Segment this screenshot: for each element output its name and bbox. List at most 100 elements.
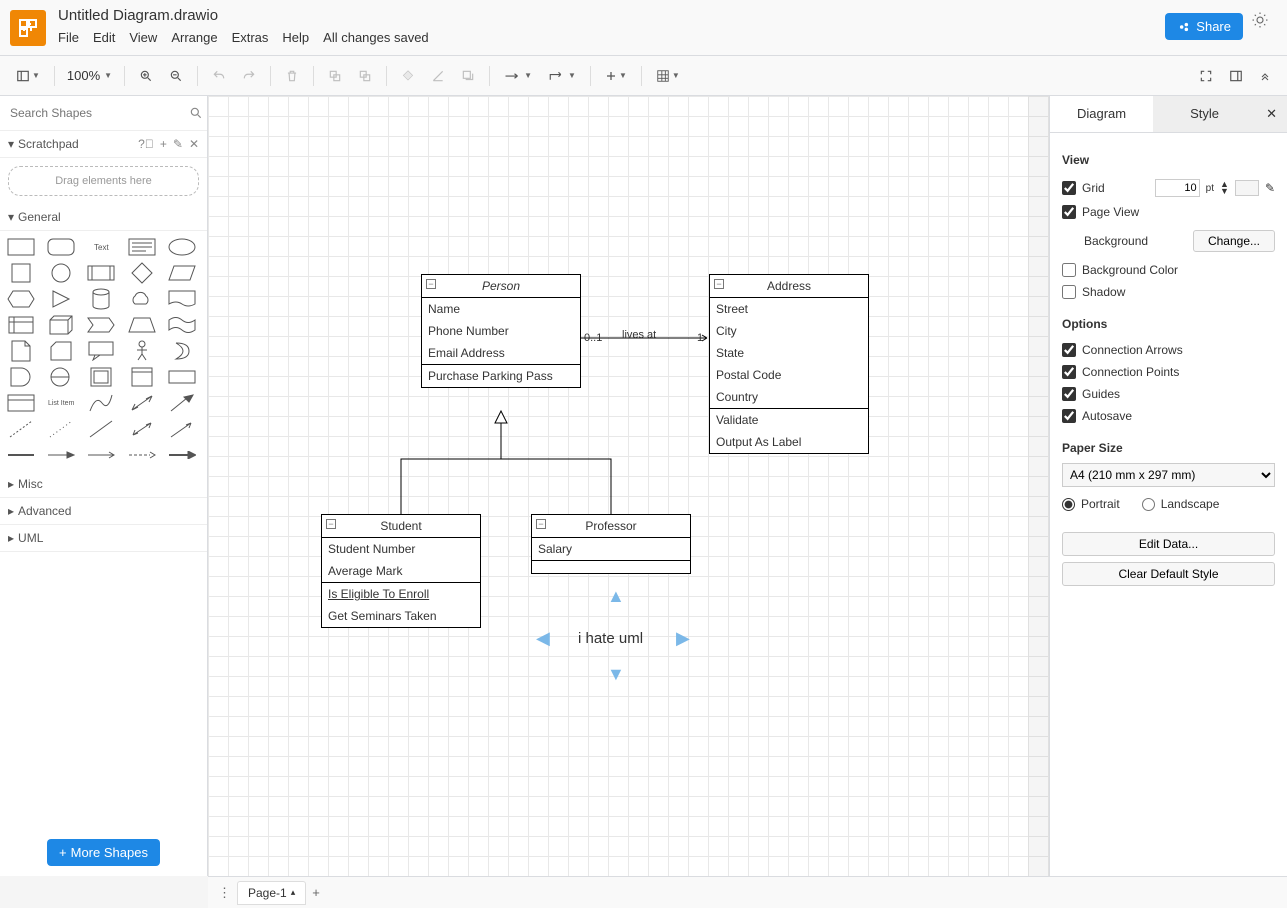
shape-text[interactable]: Text — [86, 237, 116, 257]
shape-ellipse[interactable] — [167, 237, 197, 257]
shape-rect[interactable] — [6, 237, 36, 257]
free-text[interactable]: i hate uml — [578, 630, 643, 647]
zoom-out-icon[interactable] — [163, 65, 189, 87]
zoom-select[interactable]: 100% — [63, 68, 116, 83]
shape-listitem[interactable]: List Item — [46, 393, 76, 413]
shadow-checkbox[interactable] — [1062, 285, 1076, 299]
shape-textbox[interactable] — [127, 237, 157, 257]
shape-cloud[interactable] — [127, 289, 157, 309]
sidebar-toggle[interactable] — [10, 65, 46, 87]
shape-biarrow[interactable] — [127, 393, 157, 413]
guides-checkbox[interactable] — [1062, 387, 1076, 401]
autosave-checkbox[interactable] — [1062, 409, 1076, 423]
clear-style-button[interactable]: Clear Default Style — [1062, 562, 1275, 586]
shape-curve[interactable] — [86, 393, 116, 413]
op[interactable]: Is Eligible To Enroll — [322, 583, 480, 605]
close-icon[interactable]: ✕ — [189, 137, 199, 151]
shape-crescent[interactable] — [167, 341, 197, 361]
app-logo[interactable] — [10, 10, 46, 46]
shape-dirline[interactable] — [167, 419, 197, 439]
shape-triangle[interactable] — [46, 289, 76, 309]
section-uml[interactable]: UML — [18, 531, 43, 545]
shape-diamond[interactable] — [127, 263, 157, 283]
uml-class-person[interactable]: −Person Name Phone Number Email Address … — [421, 274, 581, 388]
collapse-icon[interactable]: − — [326, 519, 336, 529]
menu-arrange[interactable]: Arrange — [171, 30, 217, 45]
fullscreen-icon[interactable] — [1193, 65, 1219, 87]
shape-parallelogram[interactable] — [167, 263, 197, 283]
attr[interactable]: Postal Code — [710, 364, 868, 386]
attr[interactable]: State — [710, 342, 868, 364]
search-input[interactable] — [4, 100, 189, 126]
line-color-icon[interactable] — [425, 65, 451, 87]
add-icon[interactable]: + — [160, 137, 167, 151]
search-icon[interactable] — [189, 106, 203, 120]
shape-dashed[interactable] — [6, 419, 36, 439]
shape-note[interactable] — [6, 341, 36, 361]
portrait-radio[interactable] — [1062, 498, 1075, 511]
add-page-icon[interactable]: + — [306, 879, 326, 906]
tab-style[interactable]: Style — [1153, 96, 1256, 132]
shape-internal[interactable] — [6, 315, 36, 335]
shape-dotted[interactable] — [46, 419, 76, 439]
paper-size-select[interactable]: A4 (210 mm x 297 mm) — [1062, 463, 1275, 487]
redo-icon[interactable] — [236, 65, 262, 87]
more-shapes-button[interactable]: +More Shapes — [47, 839, 160, 866]
attr[interactable]: Email Address — [422, 342, 580, 364]
op[interactable]: Get Seminars Taken — [322, 605, 480, 627]
shape-and[interactable] — [46, 367, 76, 387]
table-menu[interactable] — [650, 65, 686, 87]
theme-icon[interactable] — [1251, 11, 1269, 32]
shape-link2[interactable] — [46, 445, 76, 465]
waypoint-style[interactable] — [542, 65, 582, 87]
grid-step-down[interactable]: ▼ — [1220, 188, 1229, 195]
grid-checkbox[interactable] — [1062, 181, 1076, 195]
help-icon[interactable]: ?⃝ — [138, 137, 154, 151]
collapse-icon[interactable]: − — [426, 279, 436, 289]
shape-frame[interactable] — [127, 367, 157, 387]
grid-size-input[interactable] — [1155, 179, 1200, 197]
shape-square[interactable] — [6, 263, 36, 283]
shape-document[interactable] — [167, 289, 197, 309]
conn-points-checkbox[interactable] — [1062, 365, 1076, 379]
tab-diagram[interactable]: Diagram — [1050, 96, 1153, 132]
shape-circle[interactable] — [46, 263, 76, 283]
collapse-icon[interactable] — [1253, 66, 1277, 86]
shape-link1[interactable] — [6, 445, 36, 465]
shape-bidir[interactable] — [127, 419, 157, 439]
shape-container[interactable] — [86, 367, 116, 387]
change-background-button[interactable]: Change... — [1193, 230, 1275, 252]
direction-arrow-right-icon[interactable]: ▶ — [676, 628, 690, 649]
direction-arrow-left-icon[interactable]: ◀ — [536, 628, 550, 649]
attr[interactable]: Phone Number — [422, 320, 580, 342]
to-back-icon[interactable] — [352, 65, 378, 87]
op[interactable]: Validate — [710, 409, 868, 431]
section-general[interactable]: General — [18, 210, 61, 224]
attr[interactable]: Average Mark — [322, 560, 480, 582]
direction-arrow-down-icon[interactable]: ▼ — [607, 664, 625, 685]
shape-link5[interactable] — [167, 445, 197, 465]
grid-color-swatch[interactable] — [1235, 180, 1259, 196]
shape-line[interactable] — [86, 419, 116, 439]
to-front-icon[interactable] — [322, 65, 348, 87]
scratchpad-label[interactable]: Scratchpad — [18, 137, 79, 151]
shape-cube[interactable] — [46, 315, 76, 335]
grid-color-edit-icon[interactable]: ✎ — [1265, 181, 1275, 195]
shape-or[interactable] — [6, 367, 36, 387]
shape-callout[interactable] — [86, 341, 116, 361]
panel-close-icon[interactable]: ✕ — [1256, 96, 1287, 132]
menu-extras[interactable]: Extras — [232, 30, 269, 45]
shape-hrect[interactable] — [167, 367, 197, 387]
shape-link4[interactable] — [127, 445, 157, 465]
conn-arrows-checkbox[interactable] — [1062, 343, 1076, 357]
landscape-radio[interactable] — [1142, 498, 1155, 511]
scratchpad-dropzone[interactable]: Drag elements here — [8, 166, 199, 196]
attr[interactable]: Country — [710, 386, 868, 408]
uml-class-student[interactable]: −Student Student Number Average Mark Is … — [321, 514, 481, 628]
shape-rounded[interactable] — [46, 237, 76, 257]
shape-arrow[interactable] — [167, 393, 197, 413]
shape-process[interactable] — [86, 263, 116, 283]
edit-data-button[interactable]: Edit Data... — [1062, 532, 1275, 556]
attr[interactable]: Student Number — [322, 538, 480, 560]
undo-icon[interactable] — [206, 65, 232, 87]
